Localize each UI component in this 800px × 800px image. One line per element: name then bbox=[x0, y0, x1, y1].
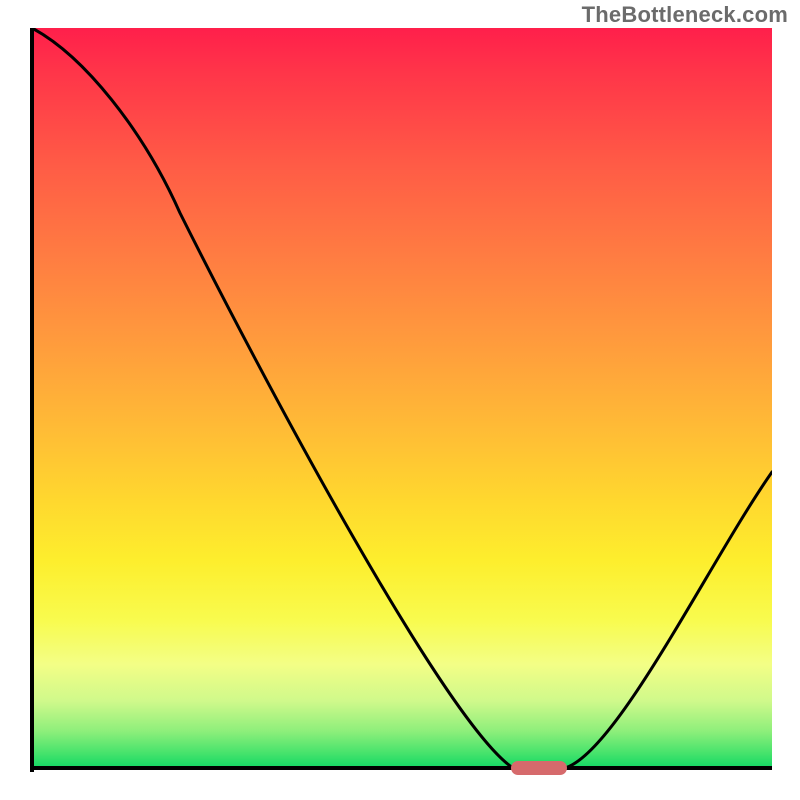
chart-frame: TheBottleneck.com bbox=[0, 0, 800, 800]
bottleneck-curve bbox=[32, 28, 772, 768]
optimal-range-marker bbox=[511, 761, 567, 775]
watermark-text: TheBottleneck.com bbox=[582, 2, 788, 28]
curve-path bbox=[32, 28, 772, 768]
